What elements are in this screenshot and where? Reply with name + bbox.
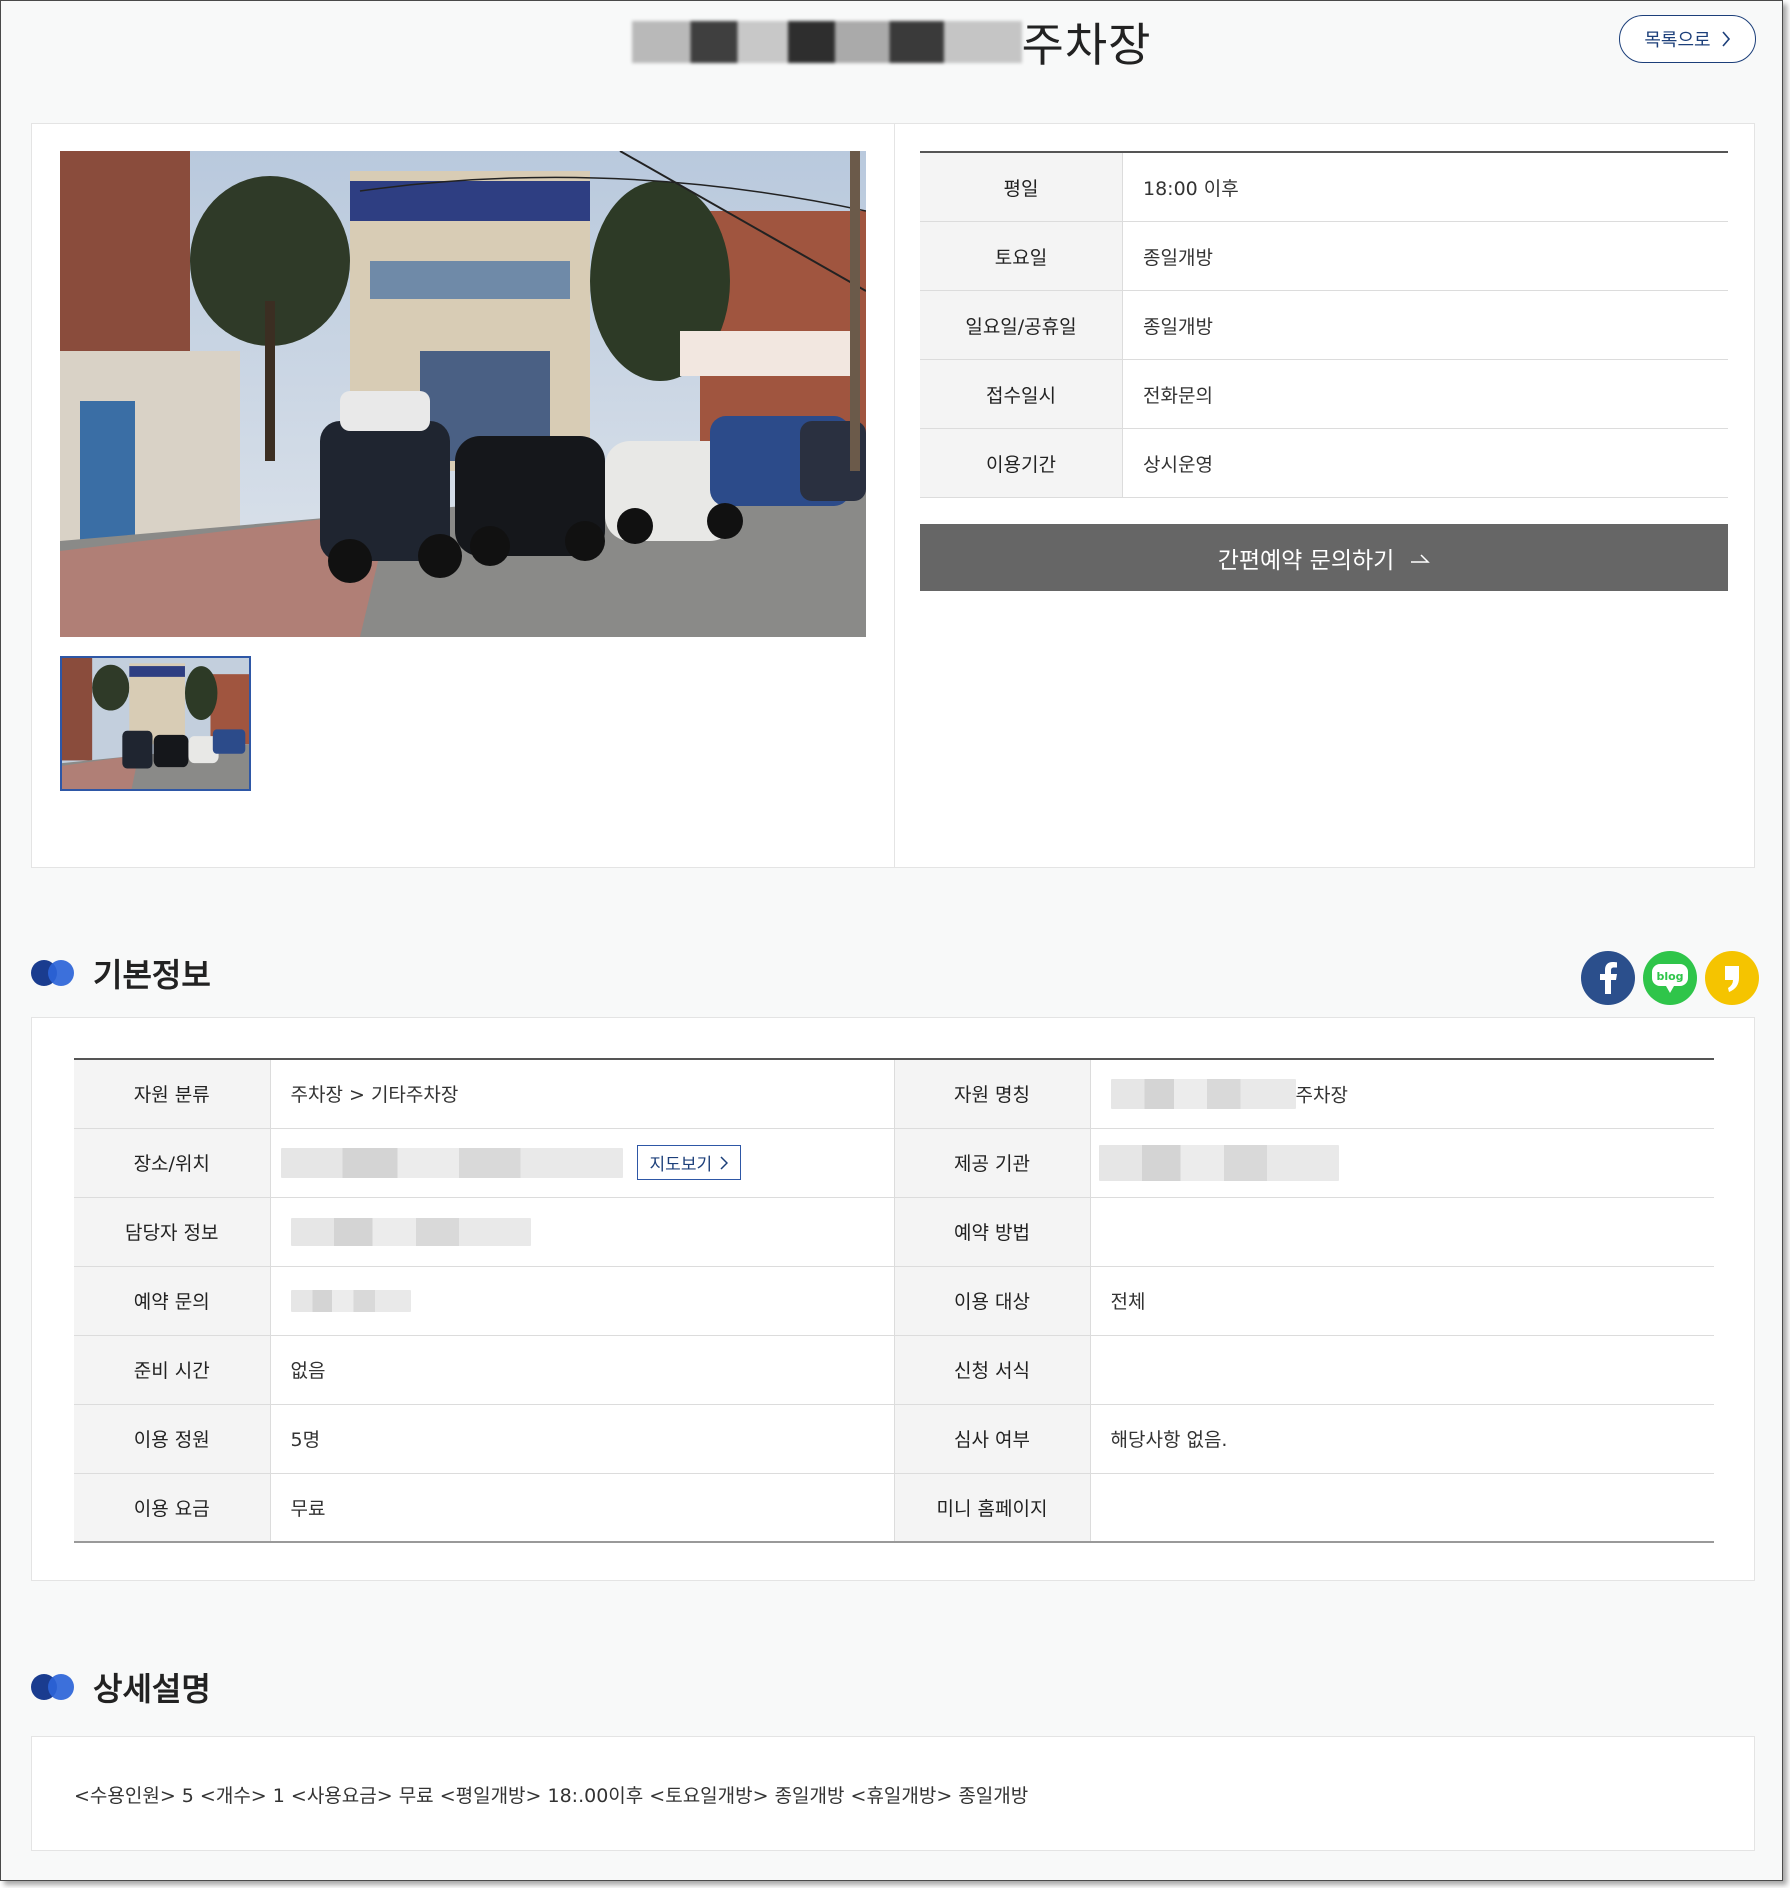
schedule-value: 종일개방	[1143, 315, 1213, 338]
schedule-table: 평일 18:00 이후 토요일 종일개방 일요일/공휴일 종일개방 접수일시 전…	[920, 151, 1728, 498]
back-to-list-label: 목록으로	[1644, 30, 1711, 51]
facebook-icon[interactable]	[1581, 951, 1635, 1005]
info-label: 신청 서식	[894, 1335, 1091, 1405]
info-value	[1090, 1197, 1714, 1267]
section-bullet-icon	[31, 1674, 75, 1700]
arrow-right-icon	[1411, 553, 1431, 563]
blog-icon[interactable]: blog	[1643, 951, 1697, 1005]
page-title-text: 주차장	[1021, 18, 1152, 72]
redacted-text	[1110, 1078, 1296, 1109]
schedule-row-weekday: 평일 18:00 이후	[920, 153, 1728, 222]
detail-panel: <수용인원> 5 <개수> 1 <사용요금> 무료 <평일개방> 18:.00이…	[31, 1736, 1755, 1851]
info-value: 해당사항 없음.	[1090, 1404, 1714, 1474]
table-row: 예약 문의 이용 대상 전체	[74, 1266, 1714, 1336]
info-value: 무료	[270, 1473, 895, 1543]
info-label: 이용 대상	[894, 1266, 1091, 1336]
basic-info-title: 기본정보	[93, 956, 211, 994]
info-value	[1090, 1335, 1714, 1405]
info-value: 5명	[270, 1404, 895, 1474]
basic-info-panel: 자원 분류 주차장 > 기타주차장 자원 명칭 주차장 장소/위치 지도보기 제…	[31, 1017, 1755, 1581]
quick-reservation-button[interactable]: 간편예약 문의하기	[920, 524, 1728, 591]
main-photo	[60, 151, 866, 637]
page-frame: 주차장 목록으로 평일 18:00 이후 토요일 종일개방 일요일/공휴일 종일…	[0, 0, 1783, 1881]
chevron-right-icon	[720, 1155, 729, 1170]
resource-name-suffix: 주차장	[1295, 1084, 1348, 1107]
quick-reservation-label: 간편예약 문의하기	[1217, 547, 1395, 574]
info-value	[1090, 1128, 1714, 1198]
info-value: 없음	[270, 1335, 895, 1405]
info-value	[270, 1266, 895, 1336]
info-value	[1090, 1473, 1714, 1543]
redacted-address	[280, 1147, 623, 1178]
table-row: 자원 분류 주차장 > 기타주차장 자원 명칭 주차장	[74, 1059, 1714, 1129]
basic-info-heading: 기본정보	[31, 953, 211, 994]
schedule-row-period: 이용기간 상시운영	[920, 429, 1728, 498]
basic-info-table: 자원 분류 주차장 > 기타주차장 자원 명칭 주차장 장소/위치 지도보기 제…	[74, 1058, 1714, 1543]
info-value: 주차장 > 기타주차장	[270, 1059, 895, 1129]
info-label: 자원 분류	[74, 1059, 271, 1129]
info-label: 미니 홈페이지	[894, 1473, 1091, 1543]
info-label: 이용 요금	[74, 1473, 271, 1543]
info-label: 장소/위치	[74, 1128, 271, 1198]
back-to-list-button[interactable]: 목록으로	[1619, 15, 1756, 63]
schedule-row-holiday: 일요일/공휴일 종일개방	[920, 291, 1728, 360]
info-label: 심사 여부	[894, 1404, 1091, 1474]
table-row: 이용 정원 5명 심사 여부 해당사항 없음.	[74, 1404, 1714, 1474]
table-row: 준비 시간 없음 신청 서식	[74, 1335, 1714, 1405]
photo-thumbnail[interactable]	[60, 656, 251, 791]
redacted-title-prefix	[631, 21, 1022, 63]
info-value: 주차장	[1090, 1059, 1714, 1129]
kakao-story-icon[interactable]	[1705, 951, 1759, 1005]
info-label: 제공 기관	[894, 1128, 1091, 1198]
info-label: 예약 문의	[74, 1266, 271, 1336]
section-bullet-icon	[31, 960, 75, 986]
info-label: 이용 정원	[74, 1404, 271, 1474]
schedule-label: 접수일시	[920, 360, 1123, 428]
panel-divider	[894, 124, 895, 867]
schedule-label: 이용기간	[920, 429, 1123, 497]
schedule-label: 평일	[920, 153, 1123, 221]
detail-heading: 상세설명	[31, 1667, 211, 1708]
redacted-phone	[290, 1289, 411, 1312]
table-row: 장소/위치 지도보기 제공 기관	[74, 1128, 1714, 1198]
share-buttons: blog	[1581, 951, 1759, 1005]
schedule-value: 18:00 이후	[1143, 177, 1239, 200]
schedule-value: 상시운영	[1143, 453, 1213, 476]
view-map-label: 지도보기	[649, 1155, 713, 1175]
view-map-button[interactable]: 지도보기	[636, 1145, 742, 1180]
info-label: 예약 방법	[894, 1197, 1091, 1267]
schedule-label: 일요일/공휴일	[920, 291, 1123, 359]
schedule-row-reception: 접수일시 전화문의	[920, 360, 1728, 429]
info-value: 전체	[1090, 1266, 1714, 1336]
table-row: 담당자 정보 예약 방법	[74, 1197, 1714, 1267]
info-label: 담당자 정보	[74, 1197, 271, 1267]
detail-description: <수용인원> 5 <개수> 1 <사용요금> 무료 <평일개방> 18:.00이…	[74, 1785, 1029, 1807]
page-title: 주차장	[1, 9, 1782, 72]
info-value	[270, 1197, 895, 1267]
info-label: 준비 시간	[74, 1335, 271, 1405]
schedule-value: 전화문의	[1143, 384, 1213, 407]
chevron-right-icon	[1722, 31, 1730, 47]
redacted-contact	[290, 1217, 531, 1246]
redacted-provider	[1098, 1144, 1339, 1181]
detail-title: 상세설명	[93, 1670, 211, 1708]
schedule-row-saturday: 토요일 종일개방	[920, 222, 1728, 291]
schedule-value: 종일개방	[1143, 246, 1213, 269]
summary-panel: 평일 18:00 이후 토요일 종일개방 일요일/공휴일 종일개방 접수일시 전…	[31, 123, 1755, 868]
schedule-label: 토요일	[920, 222, 1123, 290]
info-value: 지도보기	[270, 1128, 895, 1198]
info-label: 자원 명칭	[894, 1059, 1091, 1129]
table-row: 이용 요금 무료 미니 홈페이지	[74, 1473, 1714, 1543]
svg-text:blog: blog	[1656, 970, 1683, 983]
